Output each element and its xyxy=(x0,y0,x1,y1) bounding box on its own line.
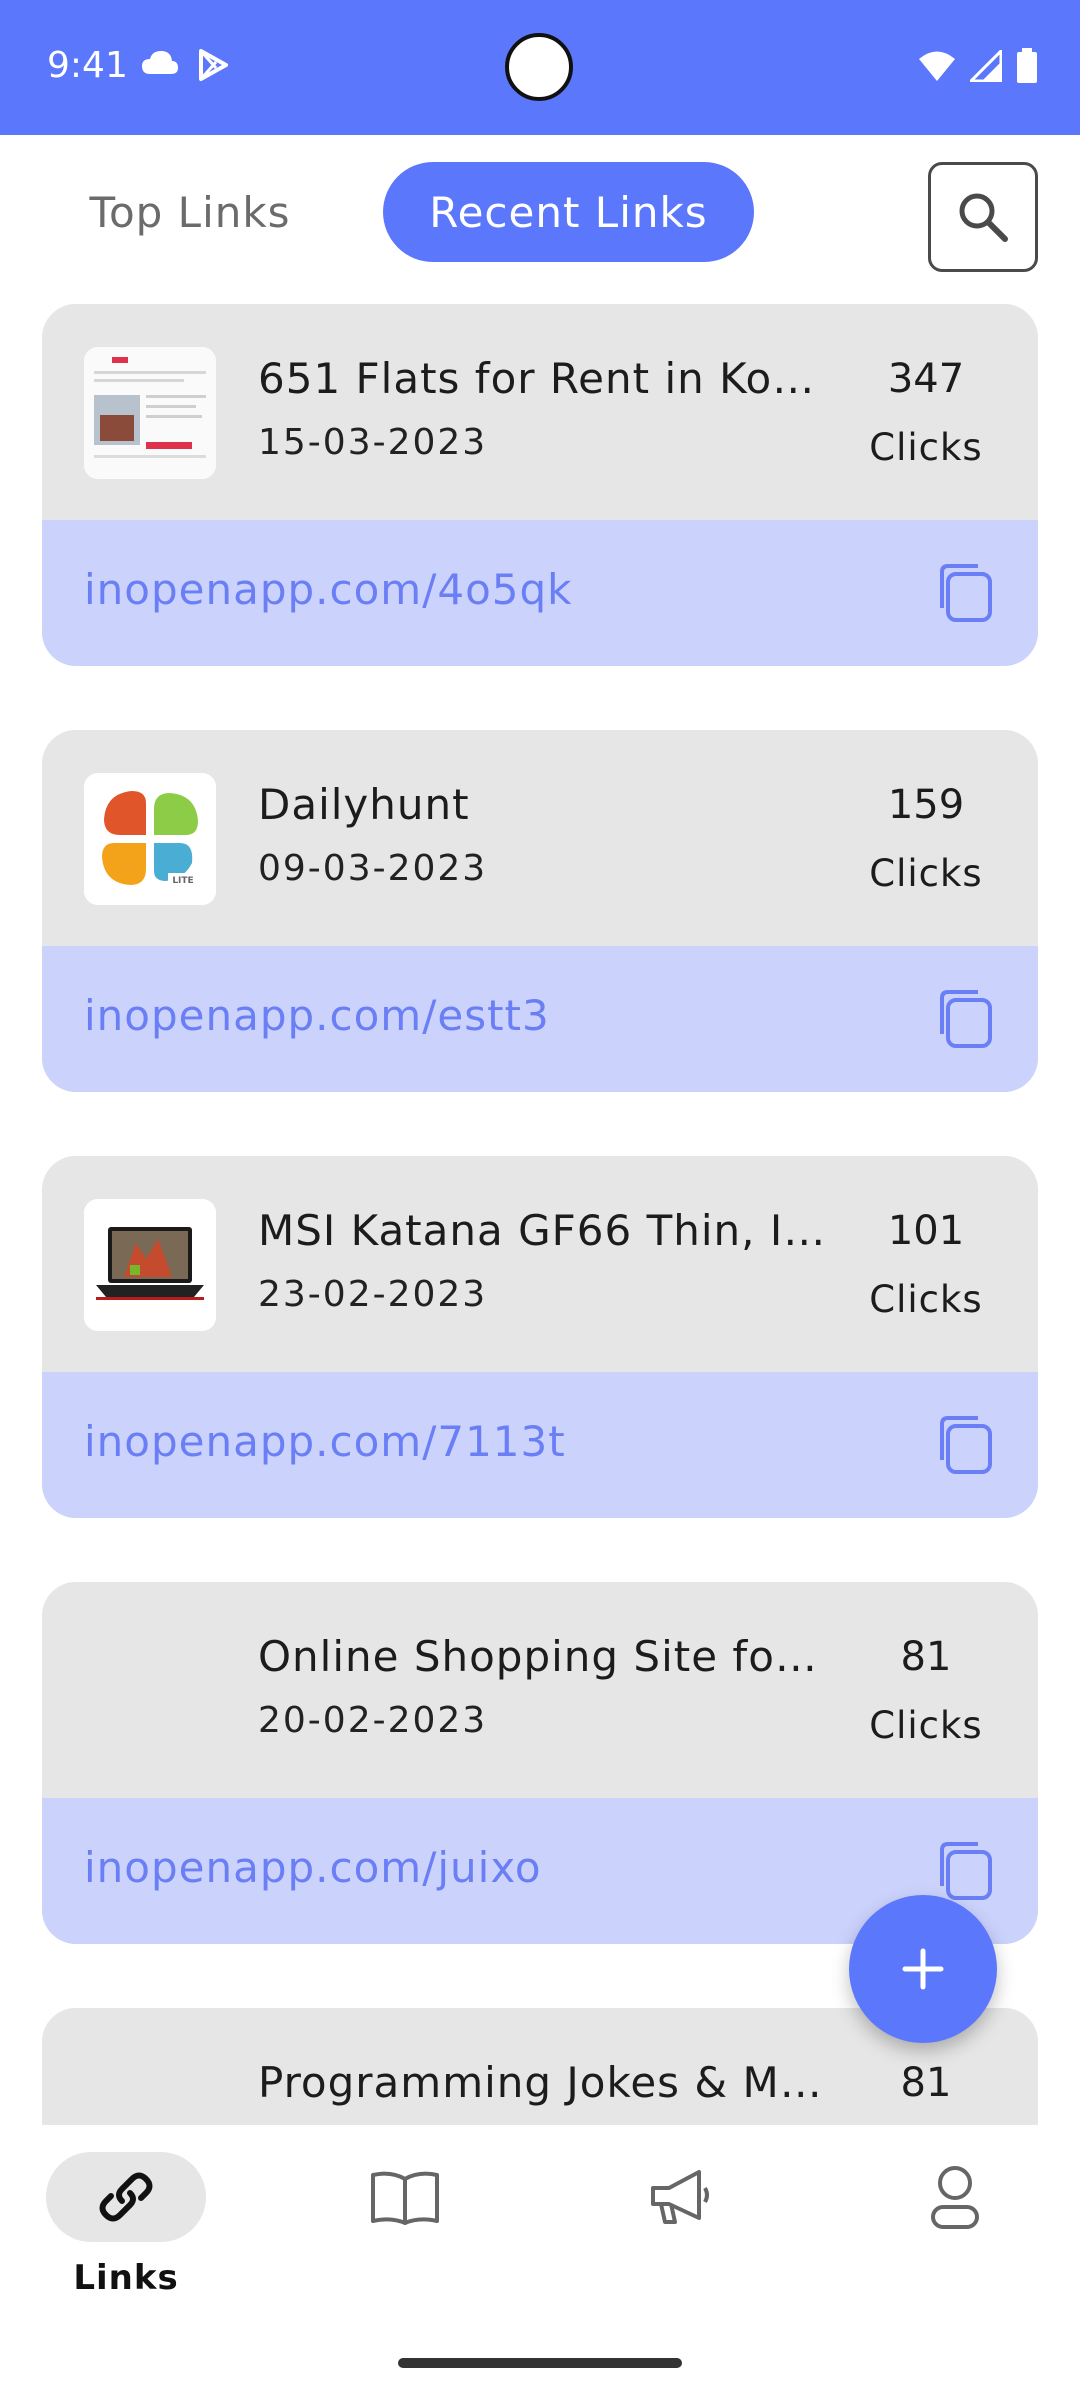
copy-button[interactable] xyxy=(934,986,996,1052)
svg-text:LITE: LITE xyxy=(172,876,193,886)
link-card[interactable]: LITE Dailyhunt 09-03-2023 159 Clicks ino… xyxy=(42,730,1038,1092)
short-url[interactable]: inopenapp.com/7113t xyxy=(84,1417,566,1466)
link-icon xyxy=(99,2172,153,2222)
tab-top-links[interactable]: Top Links xyxy=(60,162,320,262)
link-date: 15-03-2023 xyxy=(258,422,488,463)
click-count: 81 xyxy=(900,1634,952,1680)
book-icon xyxy=(371,2171,439,2225)
nav-links-label: Links xyxy=(73,2258,179,2298)
short-url[interactable]: inopenapp.com/juixo xyxy=(84,1843,542,1892)
copy-button[interactable] xyxy=(934,1412,996,1478)
copy-icon xyxy=(940,990,992,1048)
link-card-header[interactable]: Online Shopping Site for … 20-02-2023 81… xyxy=(42,1582,1038,1798)
links-list[interactable]: 651 Flats for Rent in Kor… 15-03-2023 34… xyxy=(0,300,1080,2125)
nav-promotions[interactable] xyxy=(600,2152,760,2242)
status-bar: 9:41 xyxy=(0,0,1080,135)
clicks-label: Clicks xyxy=(869,1704,983,1747)
search-button[interactable] xyxy=(928,162,1038,272)
link-card-header[interactable]: LITE Dailyhunt 09-03-2023 159 Clicks xyxy=(42,730,1038,946)
clicks-label: Clicks xyxy=(869,426,983,469)
tab-recent-links[interactable]: Recent Links xyxy=(383,162,754,262)
flats-listing-thumbnail xyxy=(84,347,216,479)
signal-icon xyxy=(970,50,1002,82)
short-link-row: inopenapp.com/7113t xyxy=(42,1372,1038,1518)
megaphone-icon xyxy=(651,2170,709,2224)
dailyhunt-logo: LITE xyxy=(84,773,216,905)
wifi-icon xyxy=(919,51,955,81)
link-title: Dailyhunt xyxy=(258,780,470,829)
link-date: 23-02-2023 xyxy=(258,1274,488,1315)
status-time: 9:41 xyxy=(47,45,128,86)
copy-button[interactable] xyxy=(934,560,996,626)
plus-icon xyxy=(902,1948,944,1990)
link-date: 20-02-2023 xyxy=(258,1700,488,1741)
click-count: 159 xyxy=(887,782,965,828)
click-count: 81 xyxy=(900,2060,952,2106)
cloud-icon xyxy=(142,51,178,74)
click-count: 101 xyxy=(887,1208,965,1254)
copy-button[interactable] xyxy=(934,1838,996,1904)
person-icon xyxy=(931,2166,979,2229)
nav-guide[interactable] xyxy=(325,2152,485,2242)
laptop-thumbnail xyxy=(84,1199,216,1331)
link-title: Online Shopping Site for … xyxy=(258,1632,828,1681)
clicks-label: Clicks xyxy=(869,852,983,895)
link-card[interactable]: MSI Katana GF66 Thin, Int… 23-02-2023 10… xyxy=(42,1156,1038,1518)
battery-icon xyxy=(1017,48,1037,83)
search-icon xyxy=(959,193,1008,242)
link-title: MSI Katana GF66 Thin, Int… xyxy=(258,1206,828,1255)
link-thumbnail xyxy=(84,1625,216,1757)
click-count: 347 xyxy=(887,356,965,402)
link-thumbnail xyxy=(84,2051,216,2125)
nav-profile[interactable] xyxy=(875,2152,1035,2242)
link-title: 651 Flats for Rent in Kor… xyxy=(258,354,828,403)
camera-cutout xyxy=(505,33,573,101)
link-card-header[interactable]: 651 Flats for Rent in Kor… 15-03-2023 34… xyxy=(42,304,1038,520)
link-date: 09-03-2023 xyxy=(258,848,488,889)
add-link-button[interactable] xyxy=(849,1895,997,2043)
clicks-label: Clicks xyxy=(869,1278,983,1321)
short-url[interactable]: inopenapp.com/estt3 xyxy=(84,991,550,1040)
copy-icon xyxy=(940,1842,992,1900)
short-link-row: inopenapp.com/4o5qk xyxy=(42,520,1038,666)
nav-links[interactable] xyxy=(46,2152,206,2242)
home-indicator[interactable] xyxy=(398,2358,682,2368)
link-card-header[interactable]: MSI Katana GF66 Thin, Int… 23-02-2023 10… xyxy=(42,1156,1038,1372)
short-url[interactable]: inopenapp.com/4o5qk xyxy=(84,565,573,614)
play-store-icon xyxy=(199,49,228,81)
copy-icon xyxy=(940,1416,992,1474)
link-card[interactable]: 651 Flats for Rent in Kor… 15-03-2023 34… xyxy=(42,304,1038,666)
link-card[interactable]: Online Shopping Site for … 20-02-2023 81… xyxy=(42,1582,1038,1944)
copy-icon xyxy=(940,564,992,622)
link-title: Programming Jokes & Me… xyxy=(258,2058,828,2107)
short-link-row: inopenapp.com/estt3 xyxy=(42,946,1038,1092)
